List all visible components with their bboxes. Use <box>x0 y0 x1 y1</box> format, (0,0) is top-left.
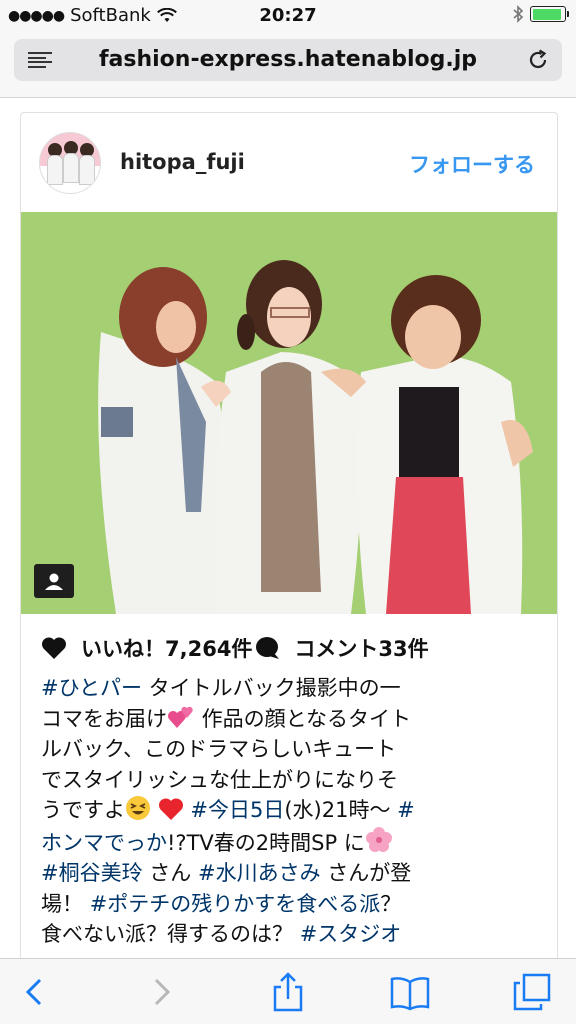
grinning-squint-emoji-icon <box>126 796 150 820</box>
tabs-icon[interactable] <box>512 972 552 1012</box>
caption-text: !?TV春の2時間SP に <box>167 830 365 855</box>
bluetooth-icon <box>513 5 524 23</box>
hashtag-link[interactable]: #スタジオ <box>300 922 402 946</box>
status-bar: ●●●●● SoftBank 20:27 <box>0 0 576 30</box>
hashtag-link[interactable]: #ひとパー <box>41 676 142 700</box>
caption-line: ルバック、このドラマらしいキュート <box>41 737 397 761</box>
caption-text: 食べない派？得するのは？ <box>41 922 300 946</box>
clock: 20:27 <box>259 5 317 26</box>
cherry-blossom-emoji-icon <box>365 826 392 852</box>
hashtag-link[interactable]: #今日5日 <box>190 798 284 822</box>
comments-count[interactable]: コメント33件 <box>294 633 428 663</box>
avatar[interactable] <box>39 132 101 194</box>
caption-line: コマをお届け 作品の顔となるタイト <box>41 704 541 735</box>
browser-address-bar: fashion-express.hatenablog.jp <box>0 30 576 98</box>
back-icon[interactable] <box>14 972 54 1012</box>
hashtag-link[interactable]: #桐谷美玲 <box>41 861 143 885</box>
two-hearts-emoji-icon <box>168 706 193 728</box>
hashtag-link[interactable]: #ポテチの残りかすを食べる派 <box>90 892 381 916</box>
caption-text: (水)21時〜 <box>284 798 398 822</box>
red-heart-emoji-icon <box>158 798 183 820</box>
caption-line: 場！ #ポテチの残りかすを食べる派？ <box>41 889 541 920</box>
reader-menu-icon[interactable] <box>28 52 52 68</box>
hashtag-link[interactable]: #水川あさみ <box>198 861 321 885</box>
caption-text: タイトルバック撮影中の一 <box>141 676 401 700</box>
share-icon[interactable] <box>268 972 308 1012</box>
caption-text: うですよ <box>41 798 125 822</box>
caption-line: でスタイリッシュな仕上がりになりそ <box>41 767 398 792</box>
caption-text: ？ <box>380 891 402 916</box>
caption-line: #桐谷美玲 さん #水川あさみ さんが登 <box>41 858 541 889</box>
url-text[interactable]: fashion-express.hatenablog.jp <box>64 47 512 72</box>
post-actions: いいね！7,264件 コメント33件 <box>41 633 429 663</box>
browser-toolbar <box>0 958 576 1024</box>
caption-text: さんが登 <box>320 861 412 885</box>
caption-text: 場！ <box>41 891 90 916</box>
caption-line: ホンマでっか!?TV春の2時間SP に <box>41 826 541 859</box>
bookmarks-icon[interactable] <box>390 972 430 1012</box>
url-field[interactable]: fashion-express.hatenablog.jp <box>14 39 562 81</box>
forward-icon[interactable] <box>142 972 182 1012</box>
post-caption: #ひとパー タイトルバック撮影中の一 コマをお届け 作品の顔となるタイト ルバッ… <box>41 673 541 950</box>
photo-illustration <box>98 260 533 614</box>
hashtag-link[interactable]: ホンマでっか <box>41 831 167 855</box>
caption-text: コマをお届け <box>41 706 167 731</box>
likes-count[interactable]: いいね！7,264件 <box>81 633 252 663</box>
reload-icon[interactable] <box>526 48 550 72</box>
user-tag-icon[interactable] <box>34 564 74 598</box>
caption-text: 作品の顔となるタイト <box>195 706 412 731</box>
follow-button[interactable]: フォローする <box>409 149 535 179</box>
username[interactable]: hitopa_fuji <box>120 150 245 174</box>
post-photo[interactable] <box>21 212 557 614</box>
instagram-post: hitopa_fuji フォローする いいね！7,264件 コメント33件 #ひ… <box>20 112 558 962</box>
caption-line: うですよ #今日5日(水)21時〜 # <box>41 795 541 826</box>
heart-icon[interactable] <box>41 636 67 660</box>
battery-icon <box>530 6 569 22</box>
comment-icon[interactable] <box>254 636 280 660</box>
caption-line: 食べない派？得するのは？ #スタジオ <box>41 919 541 950</box>
status-right <box>512 5 569 23</box>
caption-line: #ひとパー タイトルバック撮影中の一 <box>41 673 541 704</box>
caption-text: さん <box>142 861 198 885</box>
hashtag-link[interactable]: # <box>397 798 415 822</box>
